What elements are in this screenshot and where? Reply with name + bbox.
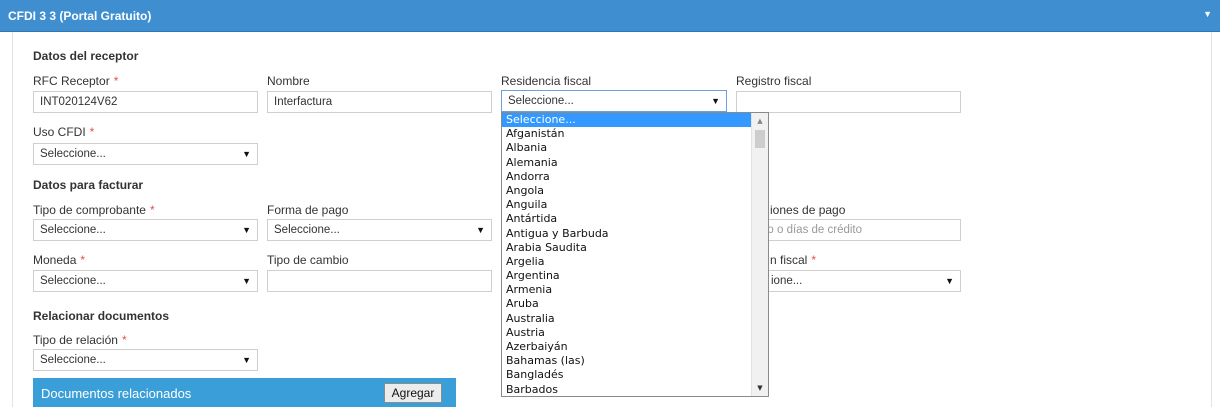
chevron-down-icon: ▼ — [711, 96, 720, 106]
uso-cfdi-label: Uso CFDI * — [33, 125, 94, 139]
dropdown-option[interactable]: Afganistán — [502, 127, 751, 141]
moneda-select[interactable]: Seleccione... ▼ — [33, 270, 258, 292]
required-marker: * — [89, 125, 95, 139]
nombre-input[interactable]: Interfactura — [267, 91, 492, 113]
moneda-label: Moneda * — [33, 253, 85, 267]
regimen-fiscal-label: n fiscal * — [770, 253, 816, 267]
moneda-label-text: Moneda — [33, 253, 77, 267]
chevron-down-icon: ▼ — [945, 276, 954, 286]
tipo-relacion-label: Tipo de relación * — [33, 333, 127, 347]
chevron-down-icon: ▼ — [476, 225, 485, 235]
moneda-value: Seleccione... — [40, 275, 106, 287]
tipo-cambio-input[interactable] — [267, 270, 492, 292]
chevron-down-icon: ▼ — [242, 355, 251, 365]
documentos-relacionados-bar: Documentos relacionados Agregar — [33, 378, 456, 407]
chevron-down-icon: ▼ — [242, 149, 251, 159]
dropdown-option[interactable]: Azerbaiyán — [502, 340, 751, 354]
registro-label: Registro fiscal — [736, 74, 812, 88]
facturar-section-title: Datos para facturar — [33, 178, 144, 192]
residencia-select-value: Seleccione... — [508, 95, 574, 107]
residencia-select[interactable]: Seleccione... ▼ — [501, 90, 727, 112]
documentos-relacionados-title: Documentos relacionados — [41, 386, 192, 401]
regimen-fiscal-label-text: n fiscal — [770, 253, 808, 267]
dropdown-option[interactable]: Aruba — [502, 297, 751, 311]
dropdown-option[interactable]: Antigua y Barbuda — [502, 227, 751, 241]
dropdown-option[interactable]: Albania — [502, 141, 751, 155]
tipo-comprobante-label-text: Tipo de comprobante — [33, 203, 146, 217]
dropdown-option[interactable]: Andorra — [502, 170, 751, 184]
tipo-comprobante-label: Tipo de comprobante * — [33, 203, 155, 217]
forma-pago-label: Forma de pago — [267, 203, 349, 217]
rfc-label: RFC Receptor * — [33, 74, 118, 88]
dropdown-option[interactable]: Barbados — [502, 383, 751, 396]
section-header-title: CFDI 3 3 (Portal Gratuito) — [8, 9, 152, 23]
residencia-dropdown-list[interactable]: Seleccione... Afganistán Albania Alemania An… — [501, 112, 769, 397]
registro-input[interactable] — [736, 91, 961, 113]
dropdown-option[interactable]: Arabia Saudita — [502, 241, 751, 255]
dropdown-option[interactable]: Bahamas (las) — [502, 354, 751, 368]
dropdown-option[interactable]: Anguila — [502, 198, 751, 212]
chevron-down-icon: ▼ — [242, 225, 251, 235]
residencia-options: Seleccione... Afganistán Albania Alemania An… — [502, 113, 751, 396]
tipo-relacion-select[interactable]: Seleccione... ▼ — [33, 349, 258, 371]
forma-pago-value: Seleccione... — [274, 224, 340, 236]
uso-cfdi-select[interactable]: Seleccione... ▼ — [33, 143, 258, 165]
tipo-comprobante-select[interactable]: Seleccione... ▼ — [33, 219, 258, 241]
scroll-up-icon[interactable]: ▲ — [752, 113, 768, 129]
dropdown-option[interactable]: Bangladés — [502, 368, 751, 382]
condiciones-pago-input[interactable]: do o días de crédito — [736, 219, 961, 241]
section-header[interactable]: CFDI 3 3 (Portal Gratuito) ▼ — [0, 0, 1220, 32]
regimen-fiscal-value: ione... — [771, 275, 803, 287]
required-marker: * — [113, 74, 119, 88]
dropdown-option[interactable]: Angola — [502, 184, 751, 198]
residencia-label: Residencia fiscal — [501, 74, 592, 88]
caret-down-icon[interactable]: ▼ — [1203, 9, 1212, 19]
rfc-input[interactable]: INT020124V62 — [33, 91, 258, 113]
chevron-down-icon: ▼ — [242, 276, 251, 286]
uso-cfdi-label-text: Uso CFDI — [33, 125, 86, 139]
scrollbar[interactable]: ▲ ▼ — [751, 113, 768, 396]
forma-pago-select[interactable]: Seleccione... ▼ — [267, 219, 492, 241]
scroll-down-icon[interactable]: ▼ — [752, 380, 768, 396]
dropdown-option[interactable]: Austria — [502, 326, 751, 340]
condiciones-pago-label: iones de pago — [770, 203, 846, 217]
dropdown-option[interactable]: Armenia — [502, 283, 751, 297]
dropdown-option[interactable]: Argelia — [502, 255, 751, 269]
scrollbar-thumb[interactable] — [755, 130, 765, 148]
add-button[interactable]: Agregar — [384, 383, 442, 403]
required-marker: * — [121, 333, 127, 347]
tipo-comprobante-value: Seleccione... — [40, 224, 106, 236]
dropdown-option[interactable]: Antártida — [502, 212, 751, 226]
relacionar-section-title: Relacionar documentos — [33, 309, 170, 323]
dropdown-option[interactable]: Seleccione... — [502, 113, 751, 128]
tipo-relacion-value: Seleccione... — [40, 354, 106, 366]
receptor-section-title: Datos del receptor — [33, 49, 139, 63]
regimen-fiscal-select[interactable]: ione... ▼ — [736, 270, 961, 292]
tipo-relacion-label-text: Tipo de relación — [33, 333, 118, 347]
required-marker: * — [80, 253, 86, 267]
dropdown-option[interactable]: Alemania — [502, 156, 751, 170]
dropdown-option[interactable]: Argentina — [502, 269, 751, 283]
dropdown-option[interactable]: Australia — [502, 312, 751, 326]
uso-cfdi-select-value: Seleccione... — [40, 148, 106, 160]
required-marker: * — [149, 203, 155, 217]
required-marker: * — [811, 253, 817, 267]
rfc-label-text: RFC Receptor — [33, 74, 110, 88]
tipo-cambio-label: Tipo de cambio — [267, 253, 349, 267]
nombre-label: Nombre — [267, 74, 310, 88]
